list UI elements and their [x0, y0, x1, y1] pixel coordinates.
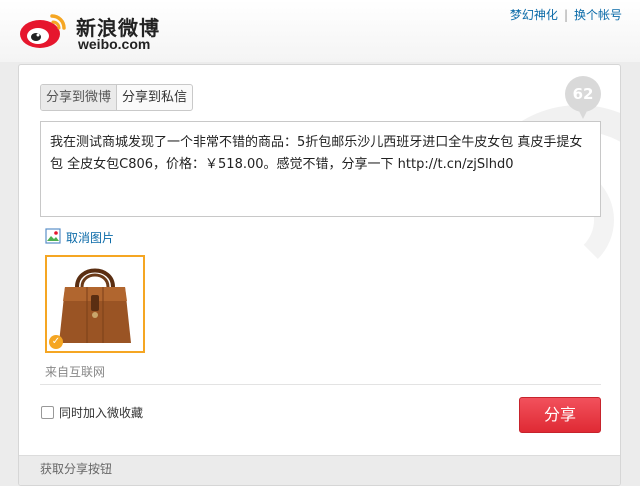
- switch-account-link[interactable]: 换个帐号: [574, 8, 622, 22]
- username-link[interactable]: 梦幻神化: [510, 8, 558, 22]
- add-to-favorites-checkbox[interactable]: 同时加入微收藏: [41, 404, 143, 421]
- cancel-image-link[interactable]: 取消图片: [45, 227, 115, 247]
- add-to-favorites-label: 同时加入微收藏: [59, 406, 144, 420]
- share-button[interactable]: 分享: [519, 397, 601, 433]
- divider: [40, 384, 601, 385]
- get-share-button-link[interactable]: 获取分享按钮: [19, 455, 620, 485]
- cancel-image-label: 取消图片: [66, 230, 115, 245]
- share-text-area[interactable]: 我在测试商城发现了一个非常不错的商品：5折包邮乐沙儿西班牙进口全牛皮女包 真皮手…: [40, 121, 601, 217]
- tab-share-to-weibo[interactable]: 分享到微博: [41, 85, 118, 110]
- logo-text-en: weibo.com: [78, 36, 151, 52]
- top-links: 梦幻神化 | 换个帐号: [510, 6, 622, 23]
- tab-share-to-private-message[interactable]: 分享到私信: [117, 85, 192, 110]
- weibo-eye-icon: [20, 14, 66, 48]
- image-source-label: 来自互联网: [45, 365, 106, 379]
- checkbox-icon[interactable]: [41, 406, 54, 419]
- weibo-logo[interactable]: 新浪微博 weibo.com: [16, 6, 166, 52]
- share-tabs: 分享到微博 分享到私信: [40, 84, 194, 111]
- header: 新浪微博 weibo.com 梦幻神化 | 换个帐号: [0, 0, 640, 62]
- char-counter-badge: 62: [565, 76, 601, 119]
- share-panel: 分享到微博 分享到私信 62 我在测试商城发现了一个非常不错的商品：5折包邮乐沙…: [18, 64, 621, 486]
- selected-check-icon: ✓: [49, 335, 63, 349]
- selected-image-thumbnail[interactable]: ✓: [45, 255, 145, 353]
- link-separator: |: [563, 8, 568, 22]
- picture-icon: [45, 227, 61, 247]
